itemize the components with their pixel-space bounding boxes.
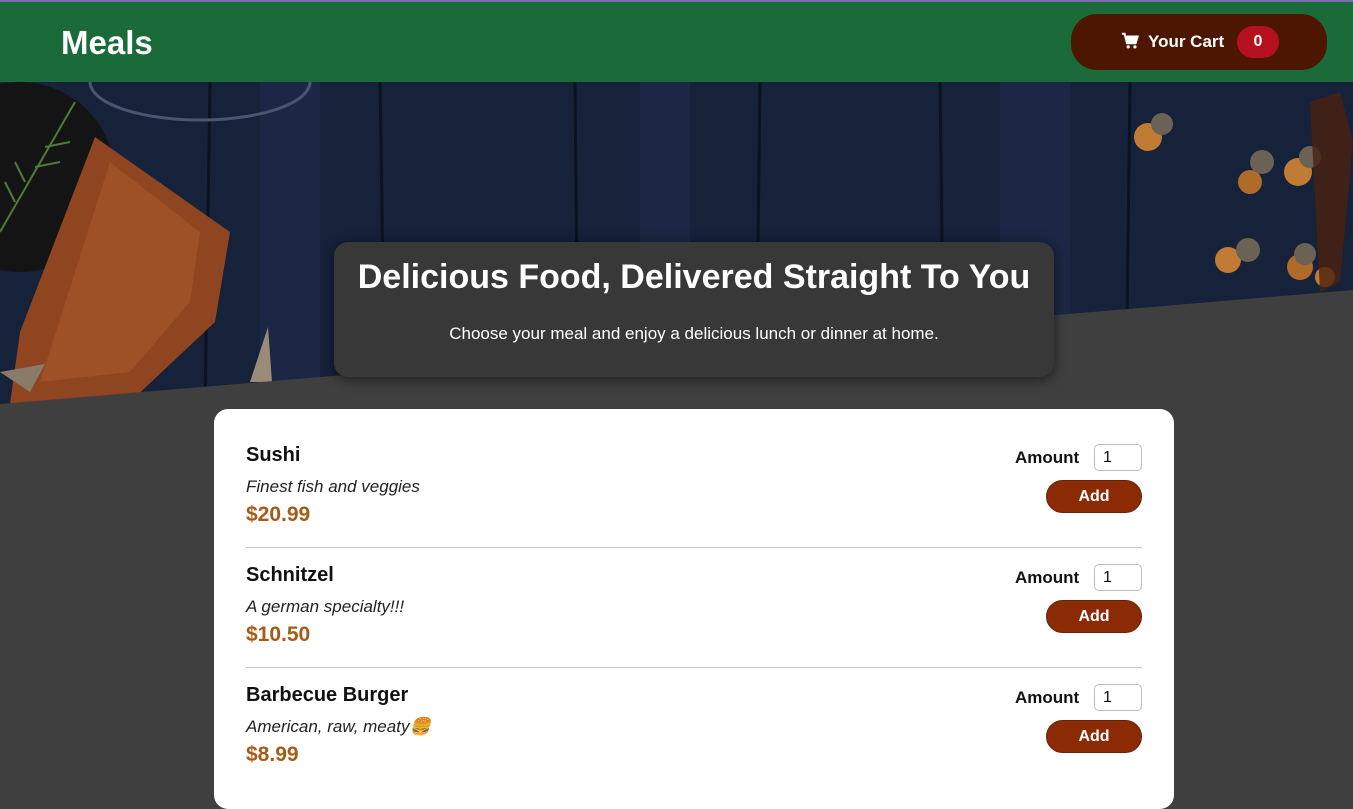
brand-title: Meals <box>61 24 153 61</box>
meal-item-schnitzel: Schnitzel A german specialty!!! $10.50 A… <box>246 564 1142 684</box>
amount-input[interactable] <box>1094 564 1142 591</box>
meal-name: Schnitzel <box>246 564 334 586</box>
meal-item-barbecue-burger: Barbecue Burger American, raw, meaty🍔 $8… <box>246 684 1142 804</box>
add-button[interactable]: Add <box>1046 720 1142 753</box>
summary-text: Choose your meal and enjoy a delicious l… <box>449 324 939 343</box>
meal-item-sushi: Sushi Finest fish and veggies $20.99 Amo… <box>246 444 1142 564</box>
divider <box>246 547 1142 548</box>
meal-name: Sushi <box>246 444 301 466</box>
amount-label: Amount <box>1015 688 1080 707</box>
cart-count-badge: 0 <box>1237 26 1279 58</box>
meal-price: $8.99 <box>246 743 299 766</box>
cart-label: Your Cart <box>1148 32 1225 51</box>
meals-list-card: Sushi Finest fish and veggies $20.99 Amo… <box>214 409 1174 809</box>
add-button[interactable]: Add <box>1046 600 1142 633</box>
amount-label: Amount <box>1015 568 1080 587</box>
amount-input[interactable] <box>1094 684 1142 711</box>
amount-label: Amount <box>1015 448 1080 467</box>
meal-price: $10.50 <box>246 623 311 646</box>
meal-name: Barbecue Burger <box>246 684 409 706</box>
top-bar: Meals Your Cart 0 <box>0 2 1353 82</box>
summary-card: Delicious Food, Delivered Straight To Yo… <box>334 242 1054 377</box>
cart-button[interactable]: Your Cart 0 <box>1071 14 1327 70</box>
meal-price: $20.99 <box>246 503 311 526</box>
divider <box>246 667 1142 668</box>
meal-description: American, raw, meaty🍔 <box>246 717 431 736</box>
meal-description: Finest fish and veggies <box>246 477 420 496</box>
amount-input[interactable] <box>1094 444 1142 471</box>
add-button[interactable]: Add <box>1046 480 1142 513</box>
summary-title: Delicious Food, Delivered Straight To Yo… <box>357 258 1031 296</box>
cart-icon <box>1121 32 1139 50</box>
meal-description: A german specialty!!! <box>246 597 405 616</box>
